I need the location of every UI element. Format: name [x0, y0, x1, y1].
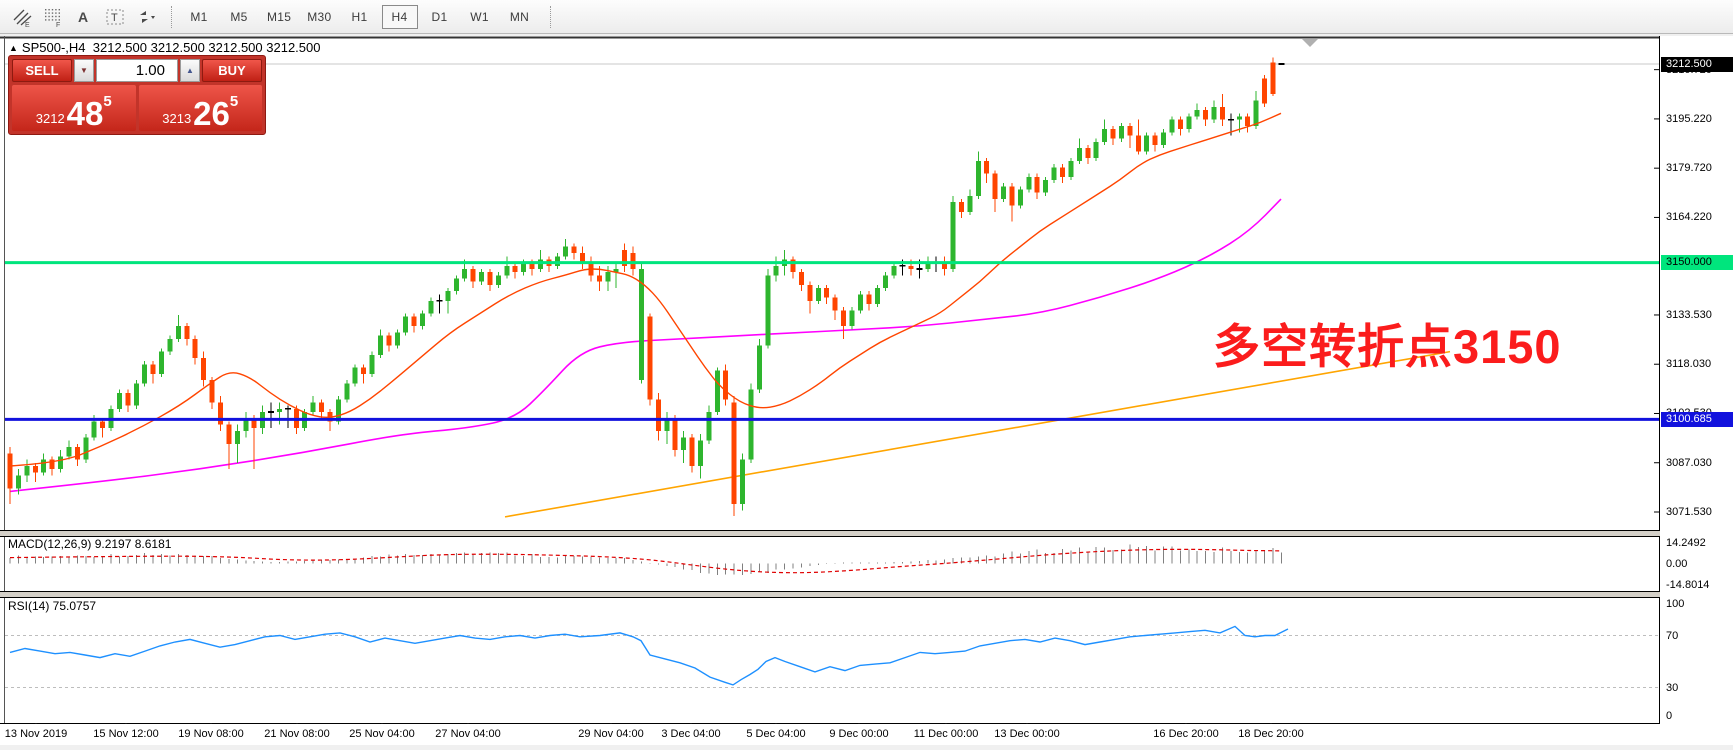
rsi-indicator-label: RSI(14) 75.0757 [8, 599, 96, 613]
timeframe-button-m1[interactable]: M1 [181, 5, 217, 29]
date-label: 13 Dec 00:00 [994, 728, 1059, 740]
ask-big-figure: 3213 [162, 110, 191, 127]
date-label: 16 Dec 20:00 [1153, 728, 1218, 740]
volume-input[interactable] [96, 59, 178, 82]
rsi-scale-label: 70 [1666, 630, 1678, 642]
toolbar-separator [171, 6, 173, 28]
timeframe-button-h1[interactable]: H1 [342, 5, 378, 29]
chart-annotation-text: 多空转折点3150 [1213, 308, 1562, 377]
date-label: 21 Nov 08:00 [264, 728, 329, 740]
macd-scale-label: 14.2492 [1666, 537, 1706, 549]
arrows-icon[interactable] [132, 4, 160, 30]
price-axis-label: 3195.220 [1666, 113, 1712, 125]
chart-window: ▲ SP500-,H4 3212.500 3212.500 3212.500 32… [0, 36, 1733, 745]
timeframe-button-m5[interactable]: M5 [221, 5, 257, 29]
price-axis-label: 3118.030 [1666, 358, 1711, 370]
support-level-marker: 3100.685 [1661, 412, 1733, 427]
bid-price-box[interactable]: 3212 48 5 [12, 85, 136, 131]
text-icon[interactable]: A [70, 4, 98, 30]
bid-points: 48 [67, 101, 104, 127]
fibonacci-icon[interactable]: F [39, 4, 67, 30]
date-label: 13 Nov 2019 [5, 728, 67, 740]
date-label: 3 Dec 04:00 [661, 728, 720, 740]
price-scale: 3210.7203195.2203179.7203164.2203133.530… [1661, 36, 1733, 745]
date-label: 11 Dec 00:00 [914, 728, 979, 740]
chart-title: ▲ SP500-,H4 3212.500 3212.500 3212.500 32… [9, 40, 320, 55]
macd-scale-label: 0.00 [1666, 558, 1687, 570]
date-label: 27 Nov 04:00 [435, 728, 500, 740]
macd-histogram [10, 545, 1281, 575]
toolbar: E F A T M1M5M15M30H1H4D1W1MN [0, 0, 1733, 34]
date-label: 5 Dec 04:00 [746, 728, 805, 740]
macd-indicator-label: MACD(12,26,9) 9.2197 8.6181 [8, 537, 171, 551]
time-axis: 13 Nov 2019 15 Nov 12:00 19 Nov 08:00 21 No… [0, 724, 1660, 745]
date-label: 25 Nov 04:00 [349, 728, 414, 740]
timeframe-button-m15[interactable]: M15 [261, 5, 297, 29]
svg-text:T: T [111, 12, 118, 24]
timeframe-group: M1M5M15M30H1H4D1W1MN [181, 5, 542, 29]
rsi-scale-label: 100 [1666, 598, 1684, 610]
volume-increase-button[interactable]: ▲ [180, 59, 200, 82]
timeframe-button-mn[interactable]: MN [502, 5, 538, 29]
one-click-trading-panel: SELL ▼ ▲ BUY 3212 48 5 3213 26 5 [8, 55, 266, 135]
date-label: 9 Dec 00:00 [829, 728, 888, 740]
symbol-label: SP500-,H4 [22, 40, 86, 55]
current-price-marker: 3212.500 [1661, 57, 1733, 72]
svg-text:E: E [25, 22, 30, 28]
timeframe-button-m30[interactable]: M30 [301, 5, 337, 29]
price-axis-label: 3164.220 [1666, 211, 1712, 223]
rsi-scale-label: 0 [1666, 710, 1672, 722]
buy-button[interactable]: BUY [202, 59, 262, 82]
date-label: 18 Dec 20:00 [1238, 728, 1303, 740]
price-axis-label: 3087.030 [1666, 457, 1712, 469]
rsi-scale-label: 30 [1666, 682, 1678, 694]
date-label: 19 Nov 08:00 [178, 728, 243, 740]
date-label: 15 Nov 12:00 [93, 728, 158, 740]
timeframe-button-d1[interactable]: D1 [422, 5, 458, 29]
sell-button[interactable]: SELL [12, 59, 72, 82]
ohlc-values: 3212.500 3212.500 3212.500 3212.500 [93, 40, 321, 55]
ask-price-box[interactable]: 3213 26 5 [139, 85, 263, 131]
price-axis-label: 3071.530 [1666, 506, 1712, 518]
equidistant-channel-icon[interactable]: E [8, 4, 36, 30]
resistance-level-marker: 3150.000 [1661, 255, 1733, 270]
ask-pip-fraction: 5 [230, 87, 238, 117]
chart-canvas[interactable] [0, 36, 1660, 745]
trading-terminal: { "toolbar": { "tools": [ {"name":"equid… [0, 0, 1733, 750]
toolbar-separator [550, 6, 552, 28]
timeframe-button-h4[interactable]: H4 [382, 5, 418, 29]
bid-big-figure: 3212 [36, 110, 65, 127]
price-axis-label: 3133.530 [1666, 309, 1712, 321]
svg-text:A: A [78, 9, 88, 25]
drawing-tools-group: EFAT [8, 4, 163, 30]
date-label: 29 Nov 04:00 [578, 728, 643, 740]
text-label-icon[interactable]: T [101, 4, 129, 30]
volume-decrease-button[interactable]: ▼ [74, 59, 94, 82]
timeframe-button-w1[interactable]: W1 [462, 5, 498, 29]
svg-text:F: F [56, 22, 60, 28]
bid-pip-fraction: 5 [103, 87, 111, 117]
ask-points: 26 [193, 101, 230, 127]
price-axis-label: 3179.720 [1666, 162, 1712, 174]
collapse-triangle-icon[interactable]: ▲ [9, 43, 18, 53]
macd-scale-label: -14.8014 [1666, 579, 1709, 591]
